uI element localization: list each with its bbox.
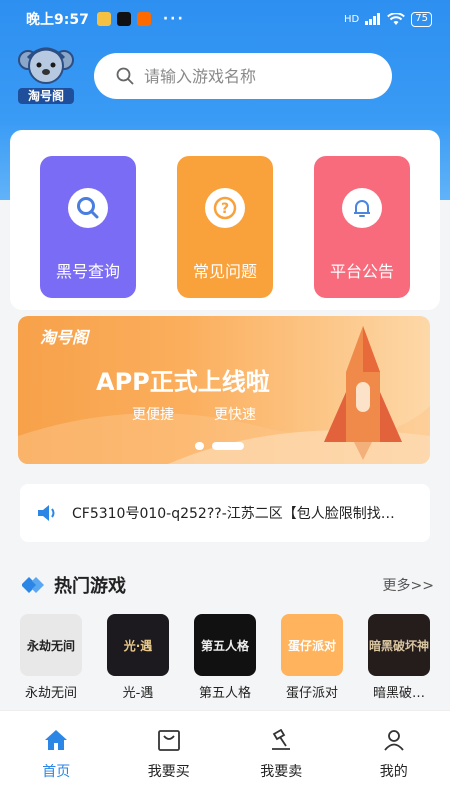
game-item[interactable]: 光·遇 光-遇	[105, 614, 171, 701]
game-item[interactable]: 永劫无间 永劫无间	[18, 614, 84, 701]
game-item[interactable]: 蛋仔派对 蛋仔派对	[279, 614, 345, 701]
status-bar: 晚上9:57 ··· HD 75	[0, 0, 450, 38]
mi-icon	[136, 12, 151, 26]
tab-profile[interactable]: 我的	[338, 711, 450, 800]
more-link[interactable]: 更多>>	[383, 575, 434, 595]
tab-label: 首页	[42, 764, 71, 780]
banner-brand: 淘号阁	[40, 328, 89, 347]
tab-label: 我的	[379, 764, 408, 780]
tab-label: 我要买	[147, 764, 190, 780]
search-input[interactable]	[144, 66, 374, 86]
game-thumbnail-text: 永劫无间	[26, 638, 75, 653]
carousel-dot[interactable]	[195, 442, 204, 450]
search-bar[interactable]	[94, 53, 392, 99]
battery-indicator: 75	[411, 11, 432, 27]
game-thumbnail-text: 光·遇	[123, 638, 153, 653]
game-thumbnail-text: 第五人格	[200, 638, 249, 653]
hammer-icon	[272, 729, 291, 750]
game-thumbnail: 光·遇	[107, 614, 169, 676]
game-name: 永劫无间	[24, 686, 77, 701]
banner-subtitle-left: 更便捷	[132, 407, 174, 423]
tab-buy[interactable]: 我要买	[113, 711, 226, 800]
shopping-bag-icon	[157, 730, 180, 751]
hot-games-header: 热门游戏 更多>>	[22, 570, 434, 600]
quick-action-faq[interactable]: ? 常见问题	[177, 156, 273, 298]
bottom-tab-bar: 首页 我要买 我要卖 我的	[0, 710, 450, 800]
logo-text: 淘号阁	[18, 88, 74, 104]
svg-text:?: ?	[221, 201, 229, 217]
speaker-icon	[38, 505, 55, 521]
carousel-dot-active[interactable]	[212, 442, 244, 450]
game-thumbnail-text: 暗黑破坏神	[368, 638, 429, 653]
quick-action-announcements[interactable]: 平台公告	[314, 156, 410, 298]
notice-bar[interactable]: CF5310号010-q252??-江苏二区【包人脸限制找…	[20, 484, 430, 542]
game-name: 蛋仔派对	[285, 686, 338, 701]
quick-action-label: 常见问题	[192, 262, 257, 281]
signal-icon	[365, 13, 381, 25]
section-title: 热门游戏	[54, 576, 126, 597]
wifi-icon	[387, 12, 406, 25]
game-name: 暗黑破…	[372, 686, 425, 701]
game-thumbnail: 永劫无间	[20, 614, 82, 676]
game-item[interactable]: 暗黑破坏神 暗黑破…	[366, 614, 432, 701]
quick-action-blacklist-check[interactable]: 黑号查询	[40, 156, 136, 298]
hot-games-list: 永劫无间 永劫无间 光·遇 光-遇 第五人格 第五人格 蛋仔派对 蛋仔派对 暗黑…	[18, 614, 438, 704]
quick-action-label: 黑号查询	[55, 262, 120, 281]
game-thumbnail-text: 蛋仔派对	[287, 638, 336, 653]
search-icon	[116, 67, 134, 85]
koala-mascot-icon	[18, 47, 74, 84]
game-name: 第五人格	[198, 686, 251, 701]
banner-subtitle-right: 更快速	[214, 407, 256, 423]
bell-icon	[342, 188, 382, 228]
more-notifications-icon: ···	[162, 11, 185, 27]
home-icon	[45, 730, 68, 750]
user-icon	[384, 730, 404, 751]
notification-app-icon	[96, 12, 111, 26]
question-icon: ?	[205, 188, 245, 228]
signal-label: HD	[344, 13, 360, 25]
game-item[interactable]: 第五人格 第五人格	[192, 614, 258, 701]
game-name: 光-遇	[122, 686, 154, 701]
search-icon	[68, 188, 108, 228]
app-logo[interactable]: 淘号阁	[18, 44, 74, 104]
game-thumbnail: 暗黑破坏神	[368, 614, 430, 676]
game-thumbnail: 蛋仔派对	[281, 614, 343, 676]
tab-sell[interactable]: 我要卖	[225, 711, 338, 800]
tiktok-icon	[116, 12, 131, 26]
quick-actions-card: 黑号查询 ? 常见问题 平台公告	[10, 130, 440, 310]
status-time: 晚上9:57	[26, 12, 89, 28]
game-thumbnail: 第五人格	[194, 614, 256, 676]
quick-action-label: 平台公告	[329, 262, 394, 281]
notice-text: CF5310号010-q252??-江苏二区【包人脸限制找…	[72, 506, 395, 522]
tab-home[interactable]: 首页	[0, 711, 113, 800]
diamond-icon	[22, 577, 44, 593]
rocket-icon	[324, 326, 402, 460]
tab-label: 我要卖	[260, 764, 303, 780]
banner-title: APP正式上线啦	[96, 368, 270, 396]
